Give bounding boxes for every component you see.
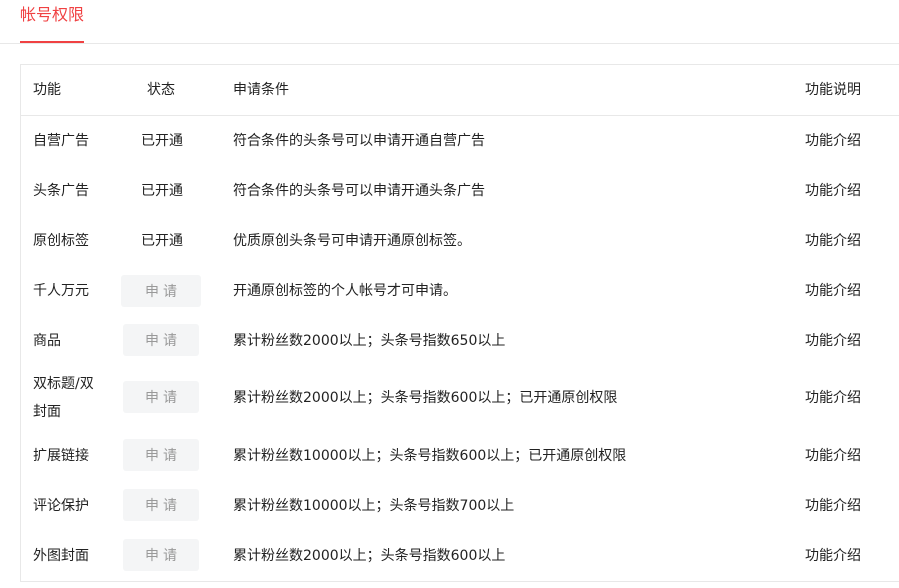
table-row: 商品 申请 累计粉丝数2000以上；头条号指数650以上 功能介绍 — [21, 316, 899, 366]
tab-account-permissions[interactable]: 帐号权限 — [20, 0, 85, 43]
apply-button[interactable]: 申请 — [123, 439, 199, 471]
function-name: 千人万元 — [33, 283, 89, 299]
table-row: 扩展链接 申请 累计粉丝数10000以上；头条号指数600以上；已开通原创权限 … — [21, 432, 899, 482]
feature-intro-link[interactable]: 功能介绍 — [805, 546, 861, 566]
apply-button[interactable]: 申请 — [121, 275, 201, 307]
header-description: 功能说明 — [805, 82, 861, 98]
apply-button[interactable]: 申请 — [123, 489, 199, 521]
function-name: 原创标签 — [33, 233, 89, 249]
status-badge: 已开通 — [141, 233, 183, 249]
feature-intro-link[interactable]: 功能介绍 — [805, 331, 861, 351]
condition-text: 累计粉丝数2000以上；头条号指数600以上；已开通原创权限 — [233, 390, 618, 406]
condition-text: 符合条件的头条号可以申请开通头条广告 — [233, 183, 485, 199]
condition-text: 优质原创头条号可申请开通原创标签。 — [233, 233, 471, 249]
table-row: 外图封面 申请 累计粉丝数2000以上；头条号指数600以上 功能介绍 — [21, 532, 899, 582]
table-row: 评论保护 申请 累计粉丝数10000以上；头条号指数700以上 功能介绍 — [21, 482, 899, 532]
permissions-table: 功能 状态 申请条件 功能说明 自营广告 已开通 符合条件的头条号可以申请开通自… — [20, 64, 899, 582]
condition-text: 累计粉丝数10000以上；头条号指数600以上；已开通原创权限 — [233, 448, 627, 464]
condition-text: 累计粉丝数2000以上；头条号指数650以上 — [233, 333, 506, 349]
status-badge: 已开通 — [141, 183, 183, 199]
table-row: 头条广告 已开通 符合条件的头条号可以申请开通头条广告 功能介绍 — [21, 166, 899, 216]
table-row: 自营广告 已开通 符合条件的头条号可以申请开通自营广告 功能介绍 — [21, 116, 899, 166]
apply-button[interactable]: 申请 — [123, 381, 199, 413]
feature-intro-link[interactable]: 功能介绍 — [805, 446, 861, 466]
table-row: 原创标签 已开通 优质原创头条号可申请开通原创标签。 功能介绍 — [21, 216, 899, 266]
table-row: 千人万元 申请 开通原创标签的个人帐号才可申请。 功能介绍 — [21, 266, 899, 316]
apply-button[interactable]: 申请 — [123, 324, 199, 356]
function-name: 自营广告 — [33, 133, 89, 149]
header-condition: 申请条件 — [233, 82, 289, 98]
condition-text: 累计粉丝数10000以上；头条号指数700以上 — [233, 498, 515, 514]
feature-intro-link[interactable]: 功能介绍 — [805, 388, 861, 408]
function-name: 头条广告 — [33, 183, 89, 199]
table-row: 双标题/双封面 申请 累计粉丝数2000以上；头条号指数600以上；已开通原创权… — [21, 366, 899, 432]
feature-intro-link[interactable]: 功能介绍 — [805, 131, 861, 151]
apply-button[interactable]: 申请 — [123, 539, 199, 571]
function-name: 评论保护 — [33, 498, 89, 514]
feature-intro-link[interactable]: 功能介绍 — [805, 231, 861, 251]
status-badge: 已开通 — [141, 133, 183, 149]
table-header: 功能 状态 申请条件 功能说明 — [21, 65, 899, 116]
condition-text: 累计粉丝数2000以上；头条号指数600以上 — [233, 548, 506, 564]
function-name: 扩展链接 — [33, 448, 89, 464]
tab-bar: 帐号权限 — [0, 0, 899, 44]
function-name: 外图封面 — [33, 548, 89, 564]
condition-text: 符合条件的头条号可以申请开通自营广告 — [233, 133, 485, 149]
condition-text: 开通原创标签的个人帐号才可申请。 — [233, 283, 457, 299]
feature-intro-link[interactable]: 功能介绍 — [805, 281, 861, 301]
feature-intro-link[interactable]: 功能介绍 — [805, 496, 861, 516]
function-name: 双标题/双封面 — [33, 376, 94, 420]
feature-intro-link[interactable]: 功能介绍 — [805, 181, 861, 201]
header-status: 状态 — [147, 82, 175, 98]
header-function: 功能 — [33, 82, 61, 98]
function-name: 商品 — [33, 333, 61, 349]
